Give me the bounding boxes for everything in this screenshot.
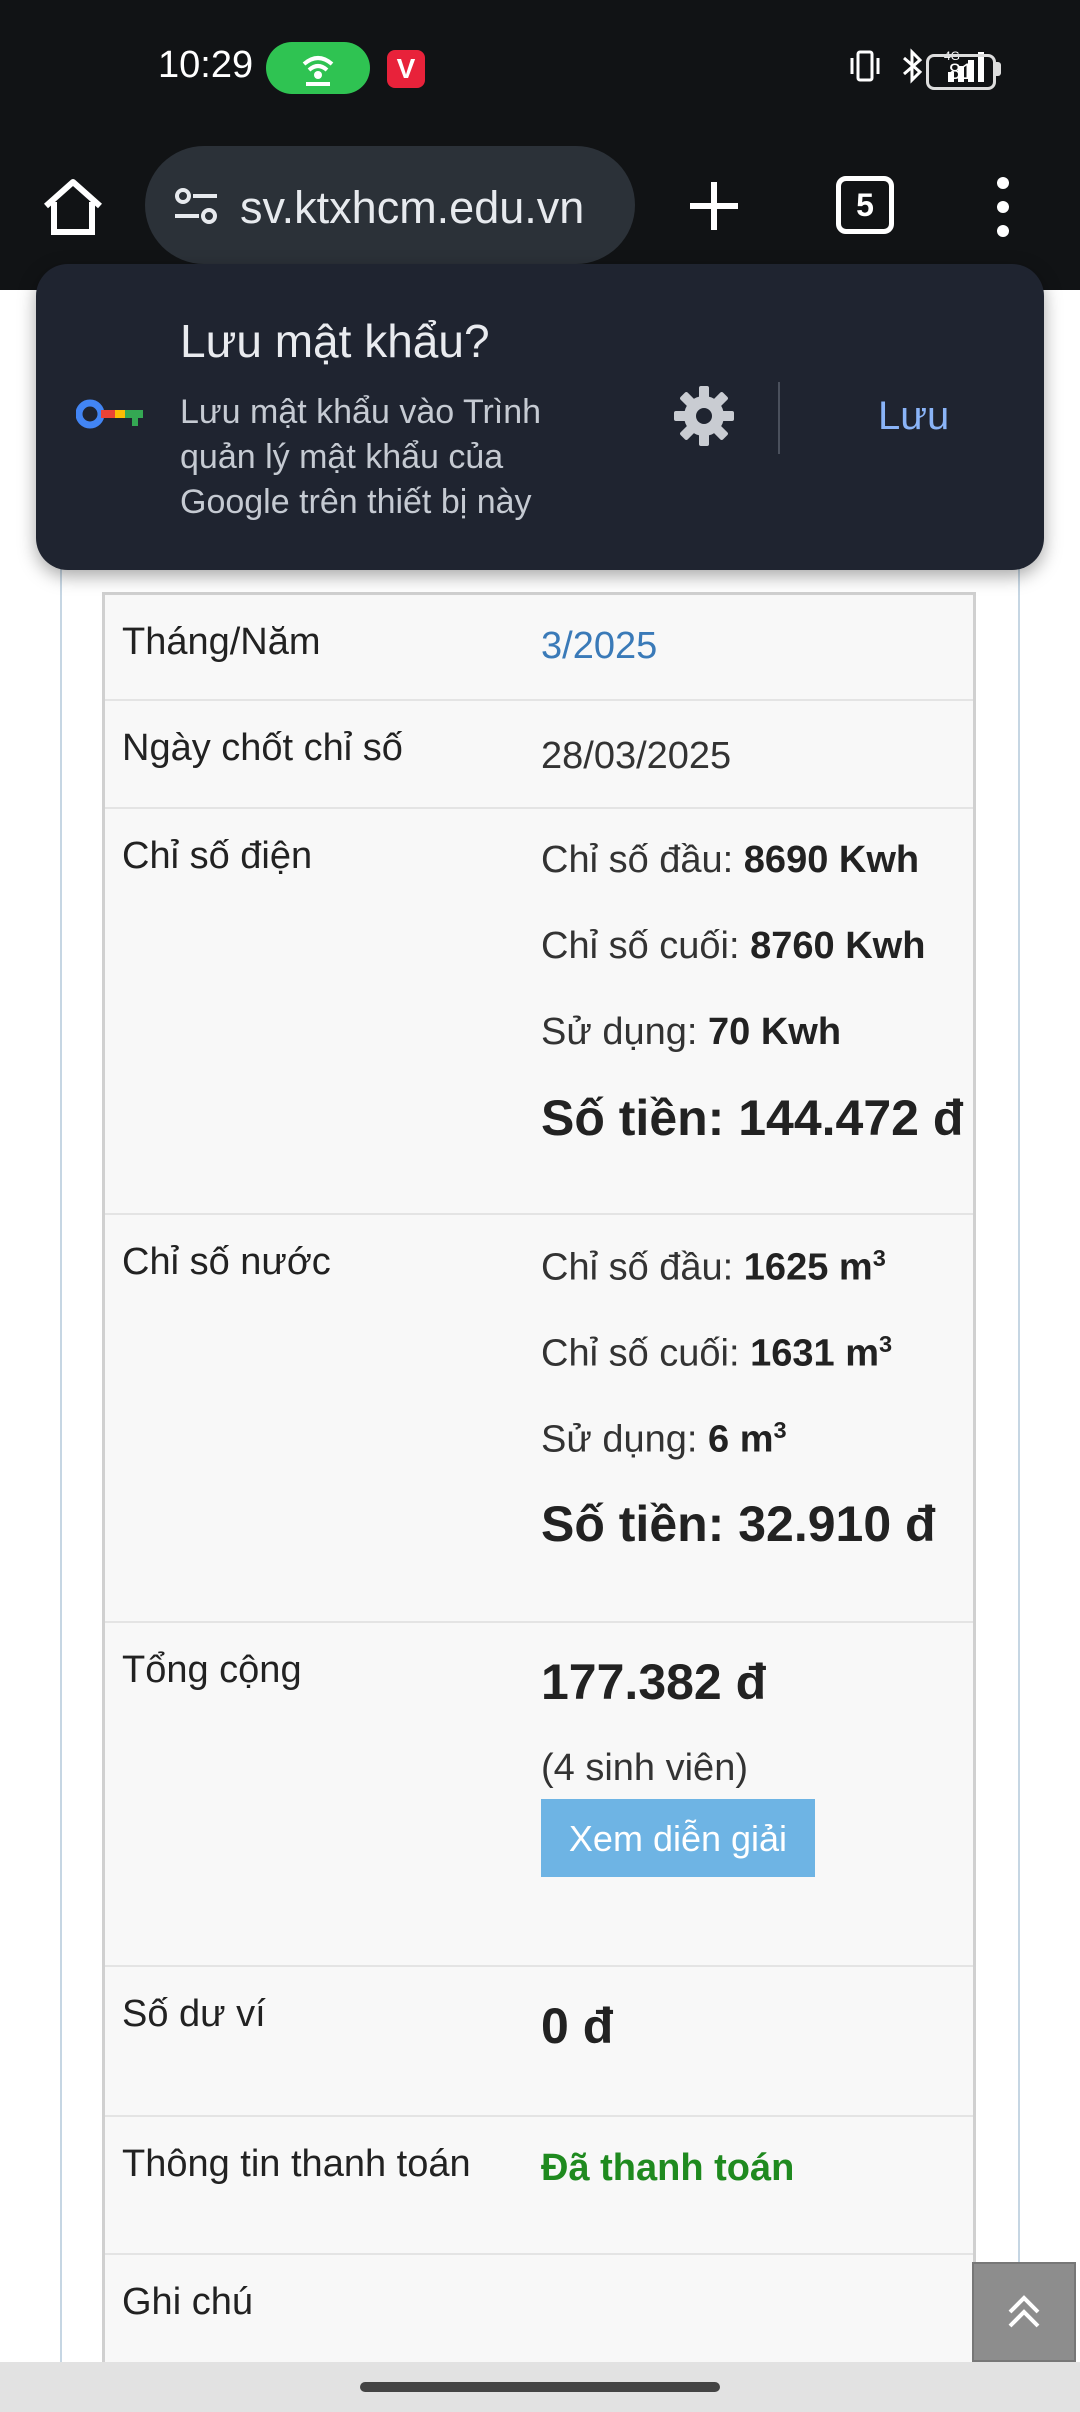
- table-row-month: Tháng/Năm 3/2025: [105, 595, 973, 701]
- site-settings-icon[interactable]: [171, 182, 223, 230]
- table-row-total: Tổng cộng 177.382 đ (4 sinh viên) Xem di…: [105, 1623, 973, 1967]
- bill-table: Tháng/Năm 3/2025 Ngày chốt chỉ số 28/03/…: [102, 592, 976, 2368]
- month-label: Tháng/Năm: [122, 621, 321, 663]
- web-page: Tháng/Năm 3/2025 Ngày chốt chỉ số 28/03/…: [0, 290, 1080, 2368]
- battery-tip: [996, 62, 1001, 76]
- battery-icon: 81: [926, 54, 996, 90]
- electric-start-value: 8690 Kwh: [743, 839, 920, 881]
- month-link[interactable]: 3/2025: [541, 625, 657, 668]
- payment-status: Đã thanh toán: [541, 2147, 795, 2189]
- more-menu-icon[interactable]: [996, 176, 1010, 238]
- water-usage-value: 6 m: [708, 1418, 774, 1461]
- tab-count: 5: [856, 187, 874, 223]
- save-password-button[interactable]: Lưu: [878, 394, 949, 439]
- status-time: 10:29: [158, 44, 254, 86]
- bluetooth-icon: [896, 47, 930, 89]
- table-row-water: Chỉ số nước Chỉ số đầu: 1625 m3 Chỉ số c…: [105, 1215, 973, 1623]
- tab-switcher-button[interactable]: 5: [836, 176, 894, 234]
- electric-end-value: 8760 Kwh: [750, 925, 926, 967]
- water-usage: Sử dụng: 6 m3: [541, 1417, 787, 1462]
- date-label: Ngày chốt chỉ số: [122, 727, 403, 769]
- prompt-title: Lưu mật khẩu?: [180, 315, 490, 367]
- table-row-date: Ngày chốt chỉ số 28/03/2025: [105, 701, 973, 809]
- water-end: Chỉ số cuối: 1631 m3: [541, 1331, 892, 1376]
- water-start: Chỉ số đầu: 1625 m3: [541, 1245, 886, 1290]
- water-usage-unit-sup: 3: [773, 1417, 787, 1443]
- water-end-label: Chỉ số cuối:: [541, 1332, 740, 1375]
- water-amount: Số tiền: 32.910 đ: [541, 1496, 936, 1552]
- table-row-wallet: Số dư ví 0 đ: [105, 1967, 973, 2117]
- hotspot-icon: [266, 42, 370, 94]
- water-usage-label: Sử dụng:: [541, 1418, 698, 1461]
- electric-usage-value: 70 Kwh: [708, 1011, 842, 1053]
- electric-end-label: Chỉ số cuối:: [541, 925, 740, 967]
- system-nav-bar: [0, 2362, 1080, 2412]
- new-tab-icon[interactable]: [686, 178, 742, 234]
- water-start-unit-sup: 3: [872, 1245, 886, 1271]
- view-explanation-button[interactable]: Xem diễn giải: [541, 1799, 815, 1877]
- home-icon[interactable]: [40, 174, 106, 240]
- table-row-payment: Thông tin thanh toán Đã thanh toán: [105, 2117, 973, 2255]
- prompt-divider: [778, 382, 780, 454]
- water-start-value: 1625 m: [743, 1246, 873, 1289]
- url-text[interactable]: sv.ktxhcm.edu.vn: [240, 182, 584, 234]
- wallet-value: 0 đ: [541, 1998, 614, 2054]
- water-label: Chỉ số nước: [122, 1241, 331, 1283]
- payment-label: Thông tin thanh toán: [122, 2143, 471, 2185]
- electric-label: Chỉ số điện: [122, 835, 313, 877]
- electric-usage-label: Sử dụng:: [541, 1011, 698, 1053]
- prompt-description: Lưu mật khẩu vào Trình quản lý mật khẩu …: [180, 393, 542, 521]
- vibrate-icon: [848, 48, 882, 89]
- note-label: Ghi chú: [122, 2281, 253, 2323]
- password-key-icon: [76, 399, 143, 429]
- electric-amount: Số tiền: 144.472 đ: [541, 1090, 964, 1146]
- electric-start-label: Chỉ số đầu:: [541, 839, 734, 881]
- electric-start: Chỉ số đầu: 8690 Kwh: [541, 839, 919, 882]
- date-value: 28/03/2025: [541, 735, 732, 777]
- water-end-unit-sup: 3: [879, 1331, 893, 1357]
- water-end-value: 1631 m: [750, 1332, 879, 1375]
- students-count: (4 sinh viên): [541, 1747, 748, 1789]
- total-label: Tổng cộng: [122, 1649, 302, 1691]
- scroll-to-top-button[interactable]: [972, 2262, 1076, 2362]
- save-password-prompt: Lưu mật khẩu? Lưu mật khẩu vào Trình quả…: [36, 264, 1044, 570]
- gesture-handle[interactable]: [360, 2382, 720, 2392]
- double-chevron-up-icon: [1008, 2295, 1040, 2328]
- content-panel: Tháng/Năm 3/2025 Ngày chốt chỉ số 28/03/…: [60, 290, 1020, 2368]
- electric-usage: Sử dụng: 70 Kwh: [541, 1011, 841, 1054]
- electric-end: Chỉ số cuối: 8760 Kwh: [541, 925, 925, 968]
- vivaldi-notification-icon: V: [387, 50, 425, 88]
- table-row-electric: Chỉ số điện Chỉ số đầu: 8690 Kwh Chỉ số …: [105, 809, 973, 1215]
- battery-level: 81: [948, 59, 974, 84]
- total-value: 177.382 đ: [541, 1654, 767, 1710]
- address-bar[interactable]: sv.ktxhcm.edu.vn: [145, 146, 635, 264]
- table-row-note: Ghi chú: [105, 2255, 973, 2365]
- gear-icon[interactable]: [672, 384, 736, 448]
- water-start-label: Chỉ số đầu:: [541, 1246, 734, 1289]
- status-bar: 10:29 V 4G 81: [0, 0, 1080, 140]
- wallet-label: Số dư ví: [122, 1993, 266, 2035]
